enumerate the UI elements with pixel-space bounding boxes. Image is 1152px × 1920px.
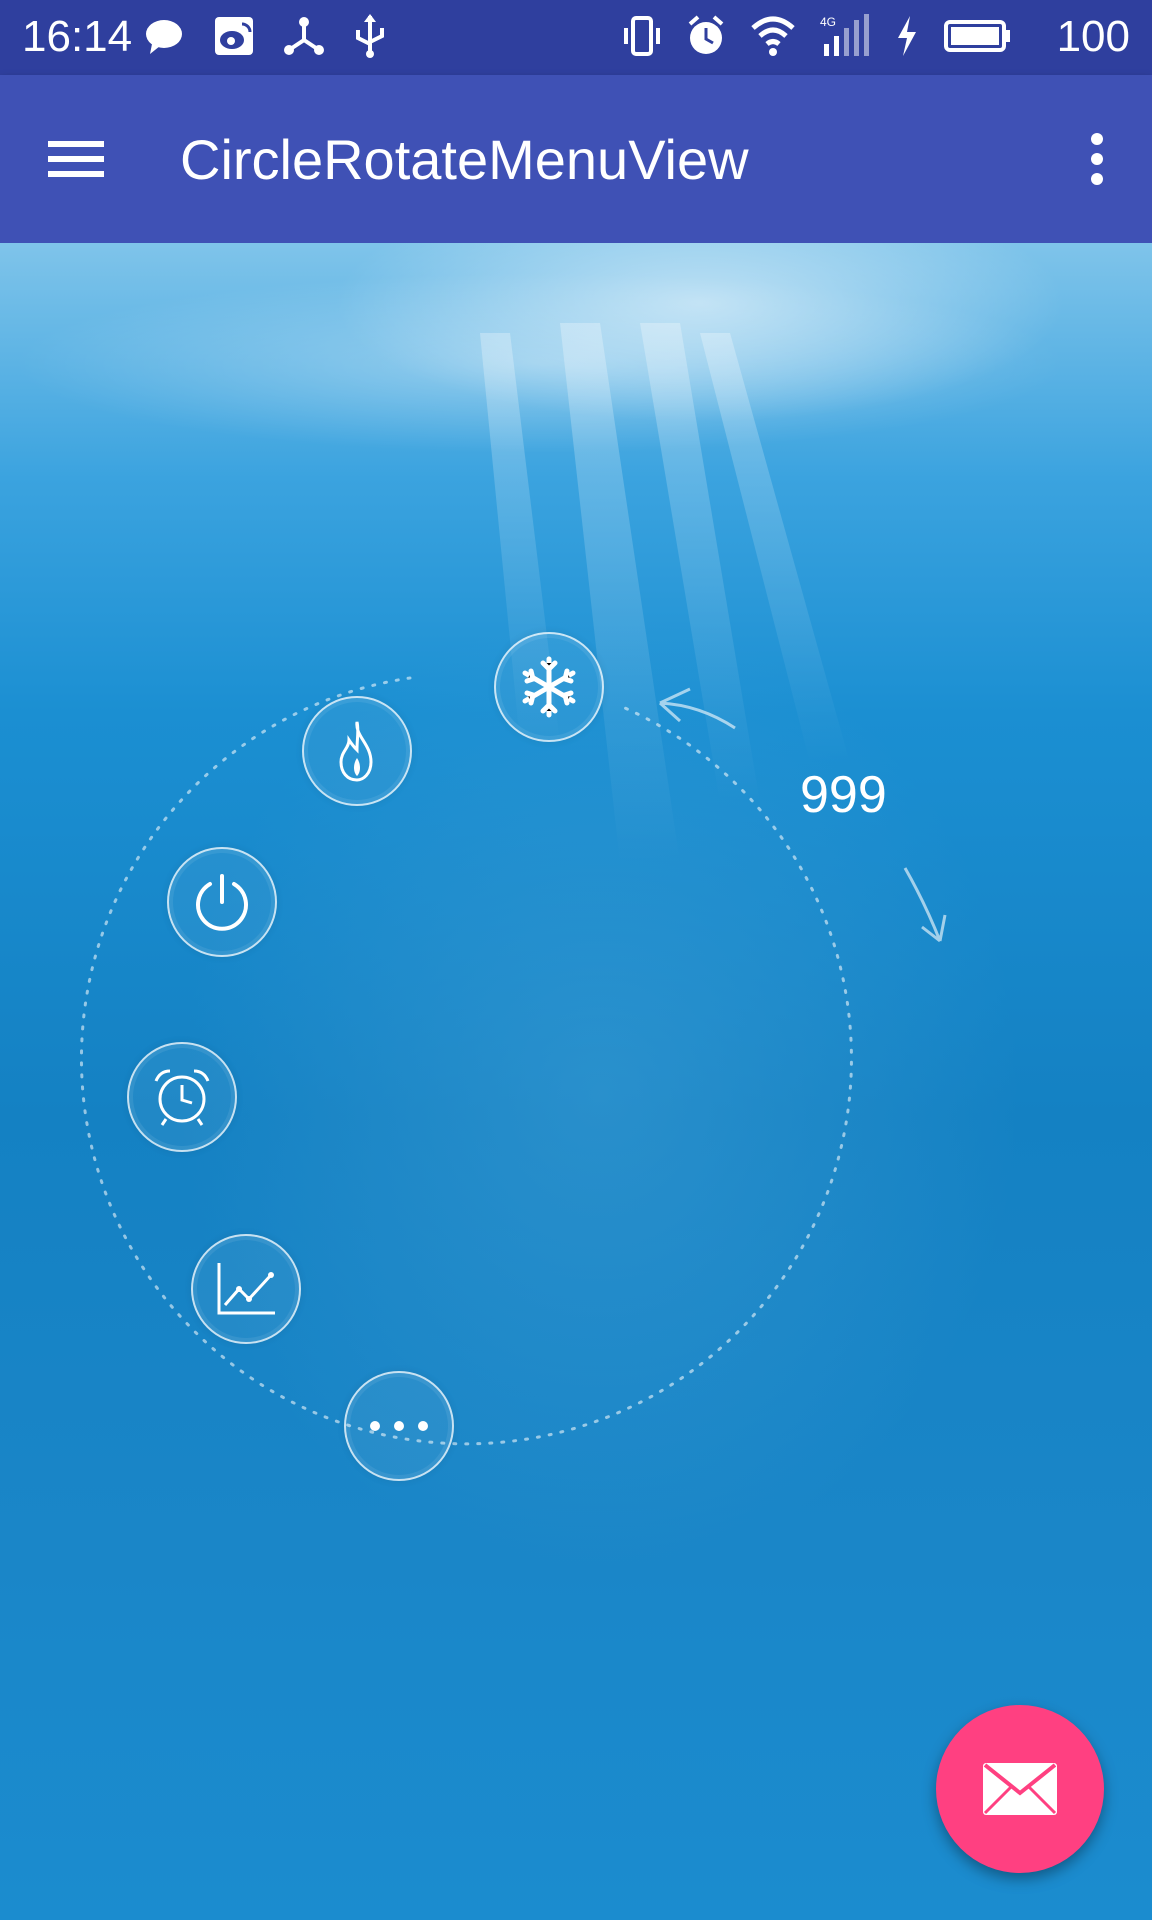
status-bar: 16:14 4G 100 [0, 0, 1152, 75]
signal-4g-icon: 4G [820, 14, 869, 56]
more-horiz-icon [370, 1421, 428, 1431]
compose-mail-fab[interactable] [936, 1705, 1104, 1873]
overflow-menu-button[interactable] [1072, 127, 1122, 191]
status-left-icons [142, 14, 388, 58]
rotate-arrow-right [903, 867, 947, 943]
alarm-icon [688, 15, 724, 54]
more-vert-icon [1091, 133, 1103, 185]
alarm-clock-icon [154, 1069, 210, 1126]
chart-menu-item[interactable] [191, 1234, 301, 1344]
app-bar: CircleRotateMenuView [0, 75, 1152, 243]
vibrate-icon [624, 16, 660, 56]
share-nodes-icon [284, 17, 324, 55]
svg-text:4G: 4G [820, 15, 836, 29]
circle-menu-area: 999 [0, 243, 1152, 1920]
alarm-menu-item[interactable] [127, 1042, 237, 1152]
status-time: 16:14 [22, 12, 133, 61]
navigation-menu-button[interactable] [46, 127, 116, 191]
snowflake-menu-item[interactable] [494, 632, 604, 742]
usb-icon [356, 14, 384, 58]
status-right-icons: 4G [622, 14, 1012, 58]
weibo-icon [215, 17, 253, 55]
hamburger-icon [48, 141, 104, 177]
counter-value: 999 [800, 766, 887, 824]
battery-level: 100 [1056, 12, 1130, 61]
chat-icon [146, 20, 182, 54]
power-icon [196, 874, 248, 931]
flame-menu-item[interactable] [302, 696, 412, 806]
flame-icon [339, 721, 373, 782]
power-menu-item[interactable] [167, 847, 277, 957]
charging-icon [898, 16, 916, 56]
line-chart-icon [217, 1263, 275, 1315]
more-menu-item[interactable] [344, 1371, 454, 1481]
battery-icon [944, 20, 1010, 52]
wifi-icon [751, 16, 795, 56]
rotate-arrow-top [658, 687, 736, 730]
mail-icon [983, 1763, 1057, 1815]
page-title: CircleRotateMenuView [180, 128, 749, 191]
snowflake-icon [522, 656, 576, 718]
